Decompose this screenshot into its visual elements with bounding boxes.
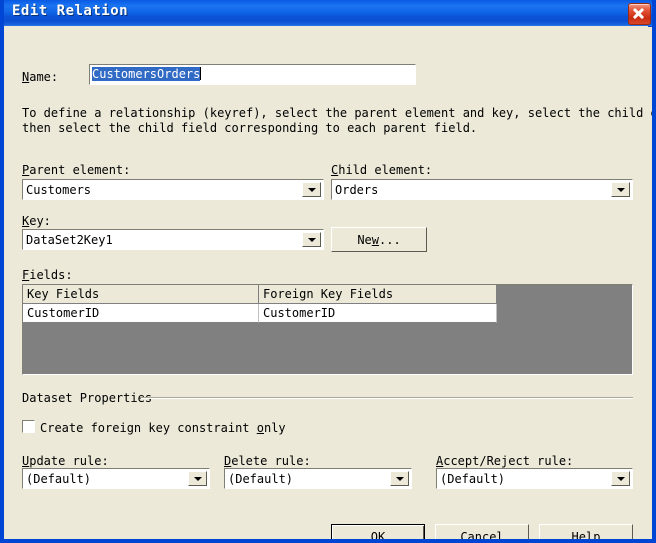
text-caret xyxy=(200,67,202,80)
accept-reject-rule-label-rest: ccept/Reject rule: xyxy=(443,454,574,468)
update-rule-label: Update rule: xyxy=(22,454,109,468)
name-label: Name: xyxy=(22,70,59,84)
update-rule-combo[interactable]: (Default) xyxy=(22,468,210,489)
chevron-down-icon[interactable] xyxy=(188,471,207,486)
accept-reject-rule-label: Accept/Reject rule: xyxy=(436,454,574,468)
chevron-down-icon[interactable] xyxy=(390,471,409,486)
parent-element-label-rest: arent element: xyxy=(29,163,131,177)
fields-grid-header-key-fields[interactable]: Key Fields xyxy=(23,285,259,304)
create-foreign-key-constraint-only-checkbox[interactable] xyxy=(22,420,35,433)
dialog-client-area: Name: CustomersOrders To define a relati… xyxy=(4,26,652,539)
name-input-value: CustomersOrders xyxy=(92,67,201,81)
title-bar[interactable]: Edit Relation xyxy=(4,0,652,27)
cancel-button[interactable]: Cancel xyxy=(435,524,529,539)
key-combo[interactable]: DataSet2Key1 xyxy=(22,229,324,250)
table-row[interactable]: CustomerID CustomerID xyxy=(23,304,497,323)
window-title: Edit Relation xyxy=(12,3,129,19)
fields-grid-header-foreign-key-fields[interactable]: Foreign Key Fields xyxy=(259,285,497,304)
child-element-label: Child element: xyxy=(331,163,433,177)
delete-rule-combo[interactable]: (Default) xyxy=(224,468,412,489)
accept-reject-rule-value: (Default) xyxy=(440,472,506,486)
fields-grid[interactable]: Key Fields Foreign Key Fields CustomerID… xyxy=(22,284,633,375)
parent-element-combo[interactable]: Customers xyxy=(22,179,324,200)
key-label-rest: ey: xyxy=(29,214,51,228)
delete-rule-label-rest: elete rule: xyxy=(231,454,311,468)
fields-label: Fields: xyxy=(22,268,73,282)
fields-grid-cell-foreign-key-field[interactable]: CustomerID xyxy=(259,304,497,323)
fields-label-rest: ields: xyxy=(29,268,73,282)
delete-rule-value: (Default) xyxy=(228,472,294,486)
delete-rule-label: Delete rule: xyxy=(224,454,311,468)
fields-grid-cell-key-field[interactable]: CustomerID xyxy=(23,304,259,323)
child-element-combo[interactable]: Orders xyxy=(331,179,633,200)
chevron-down-icon[interactable] xyxy=(611,182,630,197)
update-rule-value: (Default) xyxy=(26,472,92,486)
key-value: DataSet2Key1 xyxy=(26,233,113,247)
create-foreign-key-constraint-only-label: Create foreign key constraint only xyxy=(40,421,286,435)
dataset-properties-group-title: Dataset Properties xyxy=(22,391,153,405)
update-rule-label-rest: pdate rule: xyxy=(29,454,109,468)
name-input-text-wrap: CustomersOrders xyxy=(92,67,202,81)
child-element-value: Orders xyxy=(335,183,379,197)
help-button[interactable]: Help xyxy=(539,524,633,539)
chevron-down-icon[interactable] xyxy=(611,471,630,486)
dataset-properties-group-divider xyxy=(141,397,633,399)
chevron-down-icon[interactable] xyxy=(302,182,321,197)
parent-element-value: Customers xyxy=(26,183,92,197)
name-label-rest: ame: xyxy=(29,70,59,84)
new-key-button[interactable]: New... xyxy=(331,227,427,252)
edit-relation-dialog: Edit Relation Name: CustomersOrders To d… xyxy=(0,0,656,543)
description-line-1: To define a relationship (keyref), selec… xyxy=(22,106,652,120)
close-icon[interactable] xyxy=(628,3,651,25)
accept-reject-rule-combo[interactable]: (Default) xyxy=(436,468,633,489)
parent-element-label: Parent element: xyxy=(22,163,131,177)
child-element-label-rest: hild element: xyxy=(338,163,433,177)
fields-grid-header-row: Key Fields Foreign Key Fields xyxy=(23,285,497,304)
new-key-button-label: New... xyxy=(357,232,401,247)
description-line-2: then select the child field correspondin… xyxy=(22,121,478,135)
key-label: Key: xyxy=(22,214,51,228)
ok-button[interactable]: OK xyxy=(331,524,425,539)
chevron-down-icon[interactable] xyxy=(302,232,321,247)
name-input[interactable]: CustomersOrders xyxy=(89,64,416,85)
